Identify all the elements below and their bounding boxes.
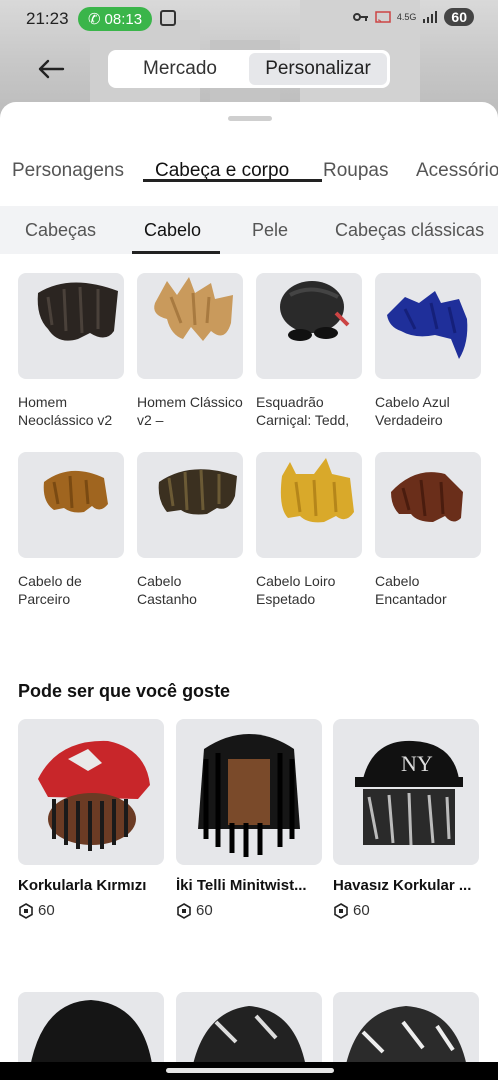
recommendation-price: 60 xyxy=(176,902,322,919)
item-card[interactable]: Cabelo de Parceiro xyxy=(18,452,124,608)
sheet-drag-handle[interactable] xyxy=(228,116,272,121)
tab-personagens[interactable]: Personagens xyxy=(0,142,136,182)
hair-image: NY xyxy=(355,740,463,846)
recommendation-name: Korkularla Kırmızı xyxy=(18,877,147,894)
svg-text:NY: NY xyxy=(401,751,433,776)
tab-acessorios[interactable]: Acessório xyxy=(404,142,498,182)
robux-icon xyxy=(19,902,33,919)
home-indicator[interactable] xyxy=(166,1068,334,1073)
cast-icon xyxy=(375,11,391,23)
subtab-active-indicator xyxy=(132,251,220,254)
item-thumbnail xyxy=(375,273,481,379)
recommendation-card[interactable]: NY Havasız Korkular ... 60 xyxy=(333,719,479,919)
recommendation-price: 60 xyxy=(18,902,164,919)
tab-cabeca-e-corpo[interactable]: Cabeça e corpo xyxy=(143,142,322,182)
price-value: 60 xyxy=(196,902,213,919)
item-card[interactable]: Cabelo Azul Verdadeiro xyxy=(375,273,481,429)
recommendation-name: Havasız Korkular ... xyxy=(333,877,472,894)
item-thumbnail xyxy=(18,452,124,558)
price-value: 60 xyxy=(38,902,55,919)
subtab-cabecas[interactable]: Cabeças xyxy=(25,220,96,241)
hair-image xyxy=(158,469,237,515)
item-thumbnail xyxy=(18,273,124,379)
item-card[interactable]: Homem Clássico v2 – xyxy=(137,273,243,429)
subtab-cabecas-classicas[interactable]: Cabeças clássicas xyxy=(335,220,484,241)
home-indicator-bar xyxy=(0,1062,498,1080)
hair-image xyxy=(154,277,233,341)
recommendation-thumbnail: NY xyxy=(333,719,479,865)
mode-segmented-control: Mercado Personalizar xyxy=(108,50,390,88)
segment-personalizar[interactable]: Personalizar xyxy=(249,53,387,85)
item-card[interactable]: Homem Neoclássico v2 xyxy=(18,273,124,429)
recommendation-name: İki Telli Minitwist... xyxy=(176,877,307,894)
item-card[interactable]: Cabelo Encantador xyxy=(375,452,481,608)
item-name: Cabelo Encantador xyxy=(375,573,447,607)
hair-image xyxy=(43,470,108,513)
item-card[interactable]: Cabelo Castanho xyxy=(137,452,243,608)
recommendation-thumbnail xyxy=(18,719,164,865)
hair-image xyxy=(387,291,468,359)
subtab-cabelo[interactable]: Cabelo xyxy=(144,220,201,241)
subtab-pele[interactable]: Pele xyxy=(252,220,288,241)
hair-image xyxy=(37,282,118,341)
item-name: Esquadrão Carniçal: Tedd, xyxy=(256,394,350,428)
subcategory-tabs: Cabeças Cabelo Pele Cabeças clássicas xyxy=(0,206,498,254)
item-thumbnail xyxy=(256,452,362,558)
item-name: Cabelo de Parceiro xyxy=(18,573,82,607)
item-name: Homem Neoclássico v2 xyxy=(18,394,113,428)
price-value: 60 xyxy=(353,902,370,919)
hair-image xyxy=(38,740,150,851)
back-arrow-icon[interactable] xyxy=(36,54,66,84)
signal-icon xyxy=(423,11,438,23)
hair-image xyxy=(198,734,300,857)
tab-roupas[interactable]: Roupas xyxy=(311,142,401,182)
segment-mercado[interactable]: Mercado xyxy=(111,53,249,85)
call-timer-pill[interactable]: ✆ 08:13 xyxy=(78,7,152,31)
item-card[interactable]: Cabelo Loiro Espetado xyxy=(256,452,362,608)
item-name: Cabelo Azul Verdadeiro xyxy=(375,394,450,428)
item-name: Cabelo Loiro Espetado xyxy=(256,573,336,607)
item-name: Cabelo Castanho xyxy=(137,573,197,607)
item-card[interactable]: Esquadrão Carniçal: Tedd, xyxy=(256,273,362,429)
network-type: 4.5G xyxy=(396,12,417,22)
item-thumbnail xyxy=(137,452,243,558)
category-tabs: Personagens Cabeça e corpo Roupas Acessó… xyxy=(0,142,498,206)
hair-image xyxy=(391,472,463,522)
item-name: Homem Clássico v2 – xyxy=(137,394,243,428)
item-thumbnail xyxy=(256,273,362,379)
screen-record-icon xyxy=(160,10,176,26)
recommendation-card[interactable]: İki Telli Minitwist... 60 xyxy=(176,719,322,919)
recommendation-card[interactable]: Korkularla Kırmızı 60 xyxy=(18,719,164,919)
phone-icon: ✆ xyxy=(87,11,101,28)
hair-image xyxy=(280,458,354,523)
robux-icon xyxy=(177,902,191,919)
customize-sheet: Personagens Cabeça e corpo Roupas Acessó… xyxy=(0,102,498,1080)
recommendation-thumbnail xyxy=(176,719,322,865)
status-time: 21:23 xyxy=(26,9,69,28)
item-thumbnail xyxy=(137,273,243,379)
item-thumbnail xyxy=(375,452,481,558)
recommendations-title: Pode ser que você goste xyxy=(18,681,231,701)
vpn-key-icon xyxy=(352,13,368,21)
status-bar: 21:23 ✆ 08:13 4.5G 60 xyxy=(0,0,498,36)
recommendation-price: 60 xyxy=(333,902,479,919)
call-timer: 08:13 xyxy=(104,10,143,28)
battery-level: 60 xyxy=(444,8,474,26)
robux-icon xyxy=(334,902,348,919)
hair-image xyxy=(280,281,350,341)
